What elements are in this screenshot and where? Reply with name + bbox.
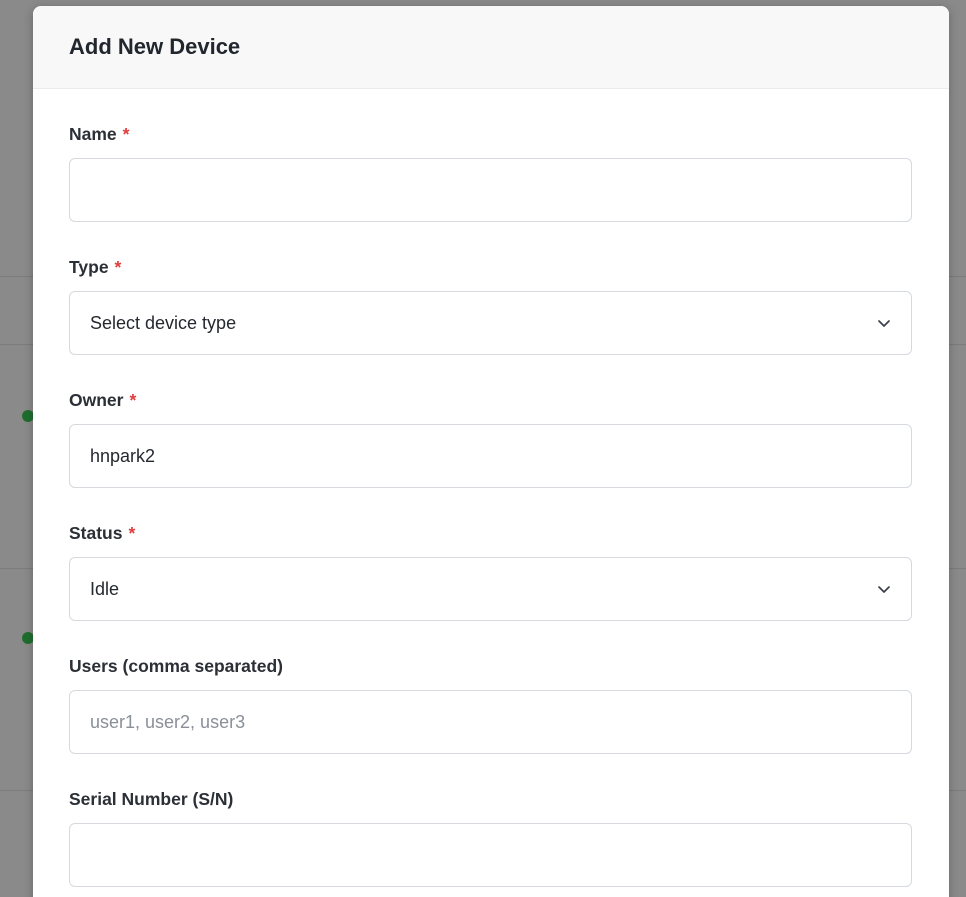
owner-field-group: Owner * hnpark2: [69, 355, 913, 488]
users-input[interactable]: user1, user2, user3: [69, 690, 912, 754]
users-label: Users (comma separated): [69, 621, 913, 690]
status-select[interactable]: Idle: [69, 557, 912, 621]
modal-title: Add New Device: [69, 34, 241, 59]
owner-input[interactable]: hnpark2: [69, 424, 912, 488]
owner-input-value: hnpark2: [90, 445, 156, 466]
users-field-group: Users (comma separated) user1, user2, us…: [69, 621, 913, 754]
type-select-value: Select device type: [90, 312, 237, 333]
add-device-modal: Add New Device Name * Type * Select device…: [33, 6, 949, 897]
chevron-down-icon: [878, 320, 890, 327]
status-label-text: Status: [69, 523, 123, 543]
type-label-text: Type: [69, 257, 109, 277]
users-label-text: Users (comma separated): [69, 656, 283, 676]
status-label: Status *: [69, 488, 913, 557]
name-input[interactable]: [69, 158, 912, 222]
required-marker: *: [129, 390, 137, 410]
owner-label-text: Owner: [69, 390, 124, 410]
required-marker: *: [114, 257, 122, 277]
serial-number-input[interactable]: [69, 823, 912, 887]
type-label: Type *: [69, 222, 913, 291]
status-select-value: Idle: [90, 578, 120, 599]
name-label-text: Name: [69, 124, 117, 144]
name-field-group: Name *: [69, 89, 913, 222]
serial-label: Serial Number (S/N): [69, 754, 913, 823]
serial-field-group: Serial Number (S/N): [69, 754, 913, 887]
serial-label-text: Serial Number (S/N): [69, 789, 234, 809]
chevron-down-icon: [878, 586, 890, 593]
name-label: Name *: [69, 89, 913, 158]
type-select[interactable]: Select device type: [69, 291, 912, 355]
required-marker: *: [128, 523, 136, 543]
modal-header: Add New Device: [33, 6, 949, 89]
status-field-group: Status * Idle: [69, 488, 913, 621]
owner-label: Owner *: [69, 355, 913, 424]
type-field-group: Type * Select device type: [69, 222, 913, 355]
users-input-placeholder: user1, user2, user3: [90, 711, 246, 732]
device-form: Name* Type* Select device type Owner*: [33, 89, 949, 887]
required-marker: *: [122, 124, 130, 144]
